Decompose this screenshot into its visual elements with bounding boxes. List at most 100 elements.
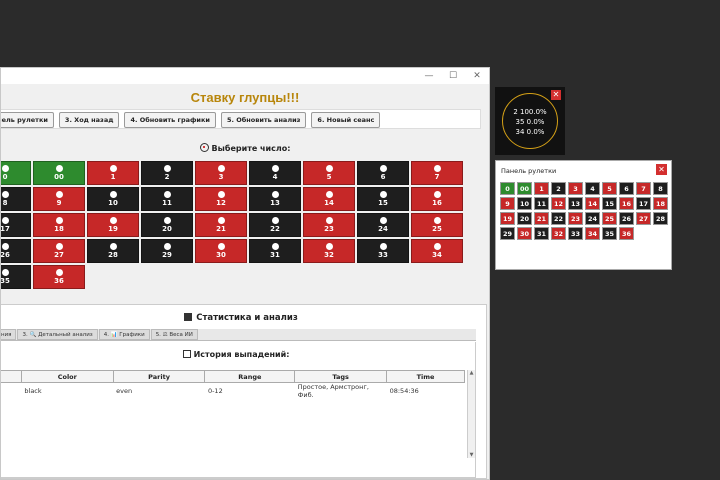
number-cell-17[interactable]: 17: [1, 213, 31, 237]
panel-number-28[interactable]: 28: [653, 212, 668, 225]
number-cell-4[interactable]: 4: [249, 161, 301, 185]
panel-number-13[interactable]: 13: [568, 197, 583, 210]
panel-number-8[interactable]: 8: [653, 182, 668, 195]
panel-number-3[interactable]: 3: [568, 182, 583, 195]
number-cell-24[interactable]: 24: [357, 213, 409, 237]
panel-number-6[interactable]: 6: [619, 182, 634, 195]
number-cell-1[interactable]: 1: [87, 161, 139, 185]
panel-number-5[interactable]: 5: [602, 182, 617, 195]
panel-number-14[interactable]: 14: [585, 197, 600, 210]
tab-history[interactable]: ния: [1, 329, 17, 340]
vertical-scrollbar[interactable]: ▲ ▼: [467, 370, 475, 458]
panel-number-1[interactable]: 1: [534, 182, 549, 195]
number-cell-22[interactable]: 22: [249, 213, 301, 237]
number-cell-7[interactable]: 7: [411, 161, 463, 185]
minimize-icon[interactable]: —: [417, 68, 441, 84]
panel-number-31[interactable]: 31: [534, 227, 549, 240]
number-cell-15[interactable]: 15: [357, 187, 409, 211]
panel-number-9[interactable]: 9: [500, 197, 515, 210]
panel-number-16[interactable]: 16: [619, 197, 634, 210]
number-cell-30[interactable]: 30: [195, 239, 247, 263]
refresh-charts-button[interactable]: 4. Обновить графики: [124, 112, 216, 128]
close-icon[interactable]: ✕: [656, 164, 667, 175]
number-cell-8[interactable]: 8: [1, 187, 31, 211]
number-cell-34[interactable]: 34: [411, 239, 463, 263]
panel-number-18[interactable]: 18: [653, 197, 668, 210]
panel-number-25[interactable]: 25: [602, 212, 617, 225]
number-cell-6[interactable]: 6: [357, 161, 409, 185]
number-cell-26[interactable]: 26: [1, 239, 31, 263]
panel-number-19[interactable]: 19: [500, 212, 515, 225]
panel-number-30[interactable]: 30: [517, 227, 532, 240]
table-row[interactable]: black even 0-12 Простое, Армстронг, Фиб.…: [1, 383, 465, 399]
number-cell-13[interactable]: 13: [249, 187, 301, 211]
column-header[interactable]: [1, 370, 22, 383]
number-cell-14[interactable]: 14: [303, 187, 355, 211]
number-cell-23[interactable]: 23: [303, 213, 355, 237]
tab-charts[interactable]: 4. 📊 Графики: [98, 329, 150, 340]
number-cell-2[interactable]: 2: [141, 161, 193, 185]
column-header[interactable]: Color: [20, 370, 114, 383]
number-cell-25[interactable]: 25: [411, 213, 463, 237]
panel-number-32[interactable]: 32: [551, 227, 566, 240]
panel-number-12[interactable]: 12: [551, 197, 566, 210]
panel-number-20[interactable]: 20: [517, 212, 532, 225]
column-header[interactable]: Time: [386, 370, 465, 383]
panel-number-11[interactable]: 11: [534, 197, 549, 210]
number-cell-35[interactable]: 35: [1, 265, 31, 289]
number-cell-18[interactable]: 18: [33, 213, 85, 237]
number-cell-12[interactable]: 12: [195, 187, 247, 211]
panel-number-7[interactable]: 7: [636, 182, 651, 195]
panel-number-17[interactable]: 17: [636, 197, 651, 210]
number-cell-3[interactable]: 3: [195, 161, 247, 185]
scroll-up-icon[interactable]: ▲: [468, 370, 475, 376]
number-cell-28[interactable]: 28: [87, 239, 139, 263]
number-cell-10[interactable]: 10: [87, 187, 139, 211]
new-session-button[interactable]: 6. Новый сеанс: [311, 112, 381, 128]
refresh-analysis-button[interactable]: 5. Обновить анализ: [220, 112, 307, 128]
number-cell-20[interactable]: 20: [141, 213, 193, 237]
scroll-down-icon[interactable]: ▼: [468, 452, 475, 458]
number-cell-11[interactable]: 11: [141, 187, 193, 211]
step-back-button[interactable]: 3. Ход назад: [58, 112, 120, 128]
number-cell-00[interactable]: 00: [33, 161, 85, 185]
number-cell-9[interactable]: 9: [33, 187, 85, 211]
number-cell-27[interactable]: 27: [33, 239, 85, 263]
close-icon[interactable]: ✕: [465, 68, 489, 84]
number-cell-0[interactable]: 0: [1, 161, 31, 185]
column-header[interactable]: Parity: [112, 370, 206, 383]
number-cell-21[interactable]: 21: [195, 213, 247, 237]
panel-number-27[interactable]: 27: [636, 212, 651, 225]
panel-number-26[interactable]: 26: [619, 212, 634, 225]
panel-number-0[interactable]: 0: [500, 182, 515, 195]
number-cell-36[interactable]: 36: [33, 265, 85, 289]
maximize-icon[interactable]: ☐: [441, 68, 465, 84]
number-cell-33[interactable]: 33: [357, 239, 409, 263]
number-cell-32[interactable]: 32: [303, 239, 355, 263]
panel-number-4[interactable]: 4: [585, 182, 600, 195]
panel-number-29[interactable]: 29: [500, 227, 515, 240]
panel-number-36[interactable]: 36: [619, 227, 634, 240]
tab-detailed-analysis[interactable]: 3. 🔍 Детальный анализ: [17, 329, 98, 340]
panel-number-10[interactable]: 10: [517, 197, 532, 210]
panel-number-15[interactable]: 15: [602, 197, 617, 210]
number-cell-5[interactable]: 5: [303, 161, 355, 185]
tab-ai-weights[interactable]: 5. ⚖ Веса ИИ: [150, 329, 198, 340]
panel-number-00[interactable]: 00: [517, 182, 532, 195]
column-header[interactable]: Tags: [294, 370, 388, 383]
panel-number-34[interactable]: 34: [585, 227, 600, 240]
number-cell-19[interactable]: 19: [87, 213, 139, 237]
column-header[interactable]: Range: [204, 370, 296, 383]
number-cell-31[interactable]: 31: [249, 239, 301, 263]
panel-number-2[interactable]: 2: [551, 182, 566, 195]
panel-number-21[interactable]: 21: [534, 212, 549, 225]
number-cell-29[interactable]: 29: [141, 239, 193, 263]
panel-number-33[interactable]: 33: [568, 227, 583, 240]
panel-number-22[interactable]: 22: [551, 212, 566, 225]
panel-number-23[interactable]: 23: [568, 212, 583, 225]
number-cell-16[interactable]: 16: [411, 187, 463, 211]
roulette-panel-button[interactable]: 2. Панель рулетки: [1, 112, 54, 128]
panel-number-24[interactable]: 24: [585, 212, 600, 225]
close-icon[interactable]: ✕: [551, 90, 561, 100]
panel-number-35[interactable]: 35: [602, 227, 617, 240]
